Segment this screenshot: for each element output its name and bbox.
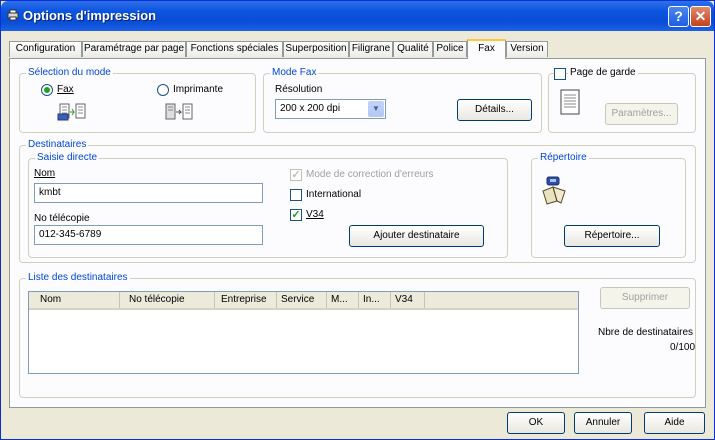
fax-number-label: No télécopie — [34, 213, 90, 224]
resolution-value: 200 x 200 dpi — [280, 103, 341, 114]
tab-special-functions[interactable]: Fonctions spéciales — [186, 41, 283, 57]
international-checkbox[interactable] — [290, 189, 302, 201]
list-header: Nom No télécopie Entreprise Service M...… — [29, 292, 578, 310]
cover-page-checkbox[interactable] — [554, 68, 566, 80]
recipients-group: Destinataires Saisie directe Nom kmbt No… — [19, 138, 696, 263]
recipients-label: Destinataires — [26, 138, 89, 152]
cover-page-group: Page de garde Paramètres... — [548, 66, 696, 133]
details-button[interactable]: Détails... — [457, 99, 532, 121]
directory-button[interactable]: Répertoire... — [564, 225, 660, 247]
fax-mode-group: Mode Fax Résolution 200 x 200 dpi ▼ Déta… — [263, 66, 542, 133]
column-department[interactable]: Service — [277, 292, 327, 308]
add-recipient-button[interactable]: Ajouter destinataire — [349, 225, 484, 247]
name-label: Nom — [34, 168, 56, 179]
column-fax-number[interactable]: No télécopie — [120, 292, 215, 308]
ecm-checkbox[interactable]: ✓ — [290, 169, 302, 181]
cancel-button[interactable]: Annuler — [574, 412, 632, 434]
ecm-label: Mode de correction d'erreurs — [306, 169, 434, 180]
tab-version[interactable]: Version — [506, 41, 548, 57]
print-options-dialog: Options d'impression ? ✕ Configuration P… — [0, 0, 715, 440]
v34-checkbox[interactable]: ✓ — [290, 209, 302, 221]
fax-radio[interactable] — [41, 84, 53, 96]
fax-mode-label: Mode Fax — [270, 66, 319, 80]
fax-mode-icon — [57, 103, 86, 121]
close-icon[interactable]: ✕ — [690, 6, 711, 27]
printer-mode-icon — [165, 103, 193, 120]
help-title-button[interactable]: ? — [668, 6, 689, 27]
direct-entry-group: Saisie directe Nom kmbt No télécopie 012… — [28, 151, 508, 258]
directory-group: Répertoire Répertoire... — [531, 151, 686, 258]
recipient-list[interactable]: Nom No télécopie Entreprise Service M...… — [28, 291, 579, 374]
mode-selection-group: Sélection du mode Fax Imprimante — [19, 66, 256, 133]
resolution-select[interactable]: 200 x 200 dpi ▼ — [275, 99, 386, 119]
window-title: Options d'impression — [23, 8, 157, 23]
fax-radio-label: Fax — [57, 84, 74, 95]
cover-params-button[interactable]: Paramètres... — [605, 103, 678, 125]
printer-app-icon — [7, 9, 19, 21]
title-bar[interactable]: Options d'impression ? ✕ — [1, 1, 714, 31]
recipient-list-label: Liste des destinataires — [26, 271, 130, 285]
international-label: International — [306, 189, 362, 200]
column-name[interactable]: Nom — [29, 292, 120, 308]
recipient-count-label: Nbre de destinataires — [598, 327, 694, 338]
recipient-count-value: 0/100 — [670, 342, 696, 353]
fax-number-field[interactable]: 012-345-6789 — [34, 225, 263, 245]
tab-quality[interactable]: Qualité — [393, 41, 433, 57]
tab-fax[interactable]: Fax — [467, 39, 506, 59]
column-international[interactable]: In... — [359, 292, 391, 308]
document-page-icon — [560, 89, 580, 115]
direct-entry-label: Saisie directe — [35, 151, 100, 165]
tab-watermark[interactable]: Filigrane — [349, 41, 393, 57]
delete-button[interactable]: Supprimer — [600, 287, 690, 309]
tab-overlay[interactable]: Superposition — [283, 41, 349, 57]
help-button[interactable]: Aide — [644, 412, 705, 434]
printer-radio[interactable] — [157, 84, 169, 96]
tab-configuration[interactable]: Configuration — [9, 41, 82, 57]
tab-font[interactable]: Police — [433, 41, 467, 57]
phonebook-icon — [542, 176, 566, 205]
column-mode[interactable]: M... — [327, 292, 359, 308]
printer-radio-label: Imprimante — [173, 84, 224, 95]
mode-selection-label: Sélection du mode — [26, 66, 113, 80]
directory-label: Répertoire — [538, 151, 589, 165]
v34-label: V34 — [306, 209, 324, 220]
cover-page-label: Page de garde — [568, 66, 638, 79]
chevron-down-icon[interactable]: ▼ — [368, 101, 384, 117]
column-v34[interactable]: V34 — [391, 292, 425, 308]
ok-button[interactable]: OK — [507, 412, 565, 434]
column-company[interactable]: Entreprise — [215, 292, 277, 308]
resolution-label: Résolution — [275, 84, 323, 95]
tab-page-setup[interactable]: Paramétrage par page — [82, 41, 186, 57]
name-field[interactable]: kmbt — [34, 183, 263, 203]
